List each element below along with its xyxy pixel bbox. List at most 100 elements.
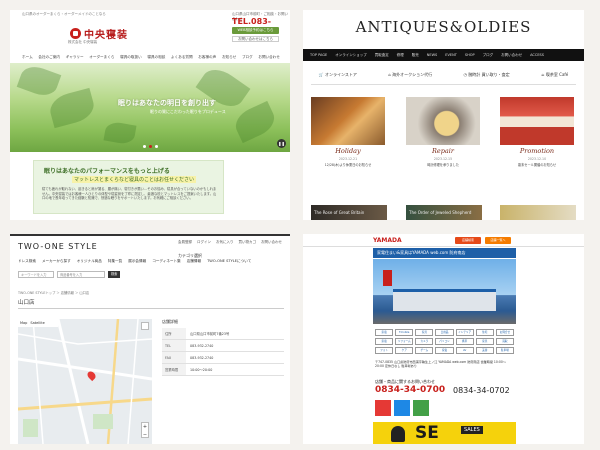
item-number-input[interactable]: 商品番号を入力	[57, 271, 105, 278]
nav-item[interactable]: よくある質問	[171, 55, 193, 60]
fullscreen-icon[interactable]	[141, 322, 149, 330]
nav-item[interactable]: TWO-ONE STYLEについて	[207, 259, 251, 264]
nav-item[interactable]: 買取査定	[375, 53, 389, 58]
nav-item[interactable]: ホーム	[22, 55, 33, 60]
zoom-control[interactable]: + −	[141, 422, 149, 438]
nav-item[interactable]: 特集一覧	[108, 259, 122, 264]
top-link[interactable]: お問い合わせ	[261, 240, 282, 245]
category-button[interactable]: 家具	[415, 329, 434, 336]
feature-card[interactable]: The Rose of Great Britain	[311, 205, 387, 220]
feature-card[interactable]	[500, 205, 576, 220]
nav-item[interactable]: オリジナル商品	[77, 259, 102, 264]
map-tab[interactable]: Satellite	[30, 321, 44, 325]
nav-item[interactable]: ACCESS	[530, 53, 544, 57]
news-card-desc[interactable]: 歳末セール開催のお知らせ	[500, 162, 574, 167]
nav-item[interactable]: お知らせ	[222, 55, 236, 60]
shop-icon[interactable]	[375, 400, 391, 416]
web-reserve-button[interactable]: WEB相談予約はこちら	[232, 27, 279, 34]
category-button[interactable]: 家具	[475, 338, 494, 345]
feature-card[interactable]: The Order of Jeweled Shepherd	[406, 205, 482, 220]
slider-dot[interactable]	[155, 145, 158, 148]
news-card-image[interactable]	[406, 97, 480, 145]
nav-item[interactable]: コーディネート集	[152, 259, 181, 264]
hero-slider[interactable]: 眠りはあなたの明日を創り出す 眠りの質にこだわった眠りをプロデュース ❚❚	[10, 62, 290, 152]
nav-item[interactable]: メーカーから探す	[42, 259, 71, 264]
slider-dot[interactable]	[143, 145, 146, 148]
service-icon[interactable]	[394, 400, 410, 416]
contact-button[interactable]: お問い合わせはこちら	[232, 36, 279, 42]
category-button[interactable]: フォト	[375, 347, 394, 354]
nav-item[interactable]: 寝具の相談	[147, 55, 165, 60]
map-tab[interactable]: Map	[20, 321, 27, 325]
pause-icon[interactable]: ❚❚	[277, 139, 286, 148]
service-auction[interactable]: ⌂ 海外オークション代行	[388, 72, 432, 78]
category-button[interactable]: インテリア	[455, 329, 474, 336]
tel-number[interactable]: 0834-34-0700	[375, 385, 445, 395]
category-button[interactable]: リフォーム	[395, 338, 414, 345]
category-select[interactable]: カテゴリ選択	[178, 253, 202, 259]
top-link[interactable]: 会員登録	[178, 240, 192, 245]
nav-item[interactable]: EVENT	[445, 53, 457, 57]
nav-item[interactable]: SHOP	[465, 53, 475, 57]
service-cafe[interactable]: ☕ 喫茶室 Café	[541, 72, 568, 78]
sale-banner[interactable]: SE SALES	[373, 422, 516, 444]
top-link[interactable]: 買い物カゴ	[239, 240, 257, 245]
nav-item[interactable]: 販売	[412, 53, 419, 58]
map[interactable]: Map Satellite + −	[18, 319, 152, 444]
news-card-image[interactable]	[311, 97, 385, 145]
category-button[interactable]: 家電	[375, 338, 394, 345]
nav-item[interactable]: NEWS	[427, 53, 438, 57]
slider-dot-active[interactable]	[149, 145, 152, 148]
category-button[interactable]: 日用品	[435, 329, 454, 336]
search-button[interactable]: 検索	[108, 271, 121, 278]
nav-item[interactable]: オーダーまくら	[89, 55, 114, 60]
category-button[interactable]: 買取	[495, 338, 514, 345]
category-button[interactable]: 家電	[435, 347, 454, 354]
category-button[interactable]: Tmobile	[395, 329, 414, 336]
category-button[interactable]: カメラ	[415, 338, 434, 345]
nav-item[interactable]: お問い合わせ	[258, 55, 280, 60]
logo-name: 中央寝装	[84, 30, 128, 41]
nav-item[interactable]: 店舗情報	[187, 259, 201, 264]
nav-item[interactable]: ブログ	[483, 53, 494, 58]
category-button[interactable]: ゲーム	[415, 347, 434, 354]
nav-item[interactable]: オンラインショップ	[335, 53, 367, 58]
category-button[interactable]: 家電	[375, 329, 394, 336]
tel-number-secondary[interactable]: 0834-34-0702	[453, 386, 510, 395]
category-button[interactable]: ケア	[395, 347, 414, 354]
nav-item[interactable]: お問い合わせ	[501, 53, 522, 58]
store-list-button[interactable]: 店舗一覧へ	[485, 237, 511, 244]
category-button[interactable]: AV	[455, 347, 474, 354]
slider-dots	[143, 145, 158, 148]
site-logo[interactable]: 中央寝装	[70, 26, 128, 41]
news-card-image[interactable]	[500, 97, 574, 145]
top-link[interactable]: お気に入り	[216, 240, 234, 245]
site-logo[interactable]: TWO-ONE STYLE	[18, 242, 98, 251]
nav-item[interactable]: TOP PAGE	[310, 53, 327, 57]
keyword-input[interactable]: キーワードを入力	[18, 271, 54, 278]
category-button[interactable]: パソコン	[435, 338, 454, 345]
nav-item[interactable]: 展示会情報	[128, 259, 146, 264]
delivery-icon[interactable]	[413, 400, 429, 416]
category-button[interactable]: 携帯	[455, 338, 474, 345]
category-button[interactable]: 駐車場	[495, 347, 514, 354]
category-button[interactable]: 住宅	[475, 329, 494, 336]
breadcrumb[interactable]: TWO-ONE STYLEトップ ＞ 店舗情報 ＞ 山口店	[18, 290, 89, 295]
top-link[interactable]: ログイン	[197, 240, 211, 245]
site-title[interactable]: ANTIQUES&OLDIES	[303, 18, 584, 36]
nav-item[interactable]: お客様の声	[198, 55, 216, 60]
service-online-store[interactable]: 🛒 オンラインストア	[319, 72, 357, 78]
site-logo[interactable]: YAMADA	[373, 237, 402, 244]
news-card-desc[interactable]: 時計修理を承りました	[406, 162, 480, 167]
nav-item[interactable]: 修理	[397, 53, 404, 58]
nav-item[interactable]: ブログ	[242, 55, 253, 60]
nav-item[interactable]: ドレス検索	[18, 259, 36, 264]
category-button[interactable]: お問合せ	[495, 329, 514, 336]
nav-item[interactable]: 会社のご案内	[38, 55, 60, 60]
category-button[interactable]: 美容	[475, 347, 494, 354]
nav-item[interactable]: 寝具の取扱い	[120, 55, 142, 60]
store-search-button[interactable]: 店舗検索	[455, 237, 481, 244]
nav-item[interactable]: ギャラリー	[66, 55, 84, 60]
service-watch-buy[interactable]: ◷ 腕時計 買い取り・査定	[464, 72, 510, 78]
news-card-desc[interactable]: 12/28(木)より休業日のお知らせ	[311, 162, 385, 167]
